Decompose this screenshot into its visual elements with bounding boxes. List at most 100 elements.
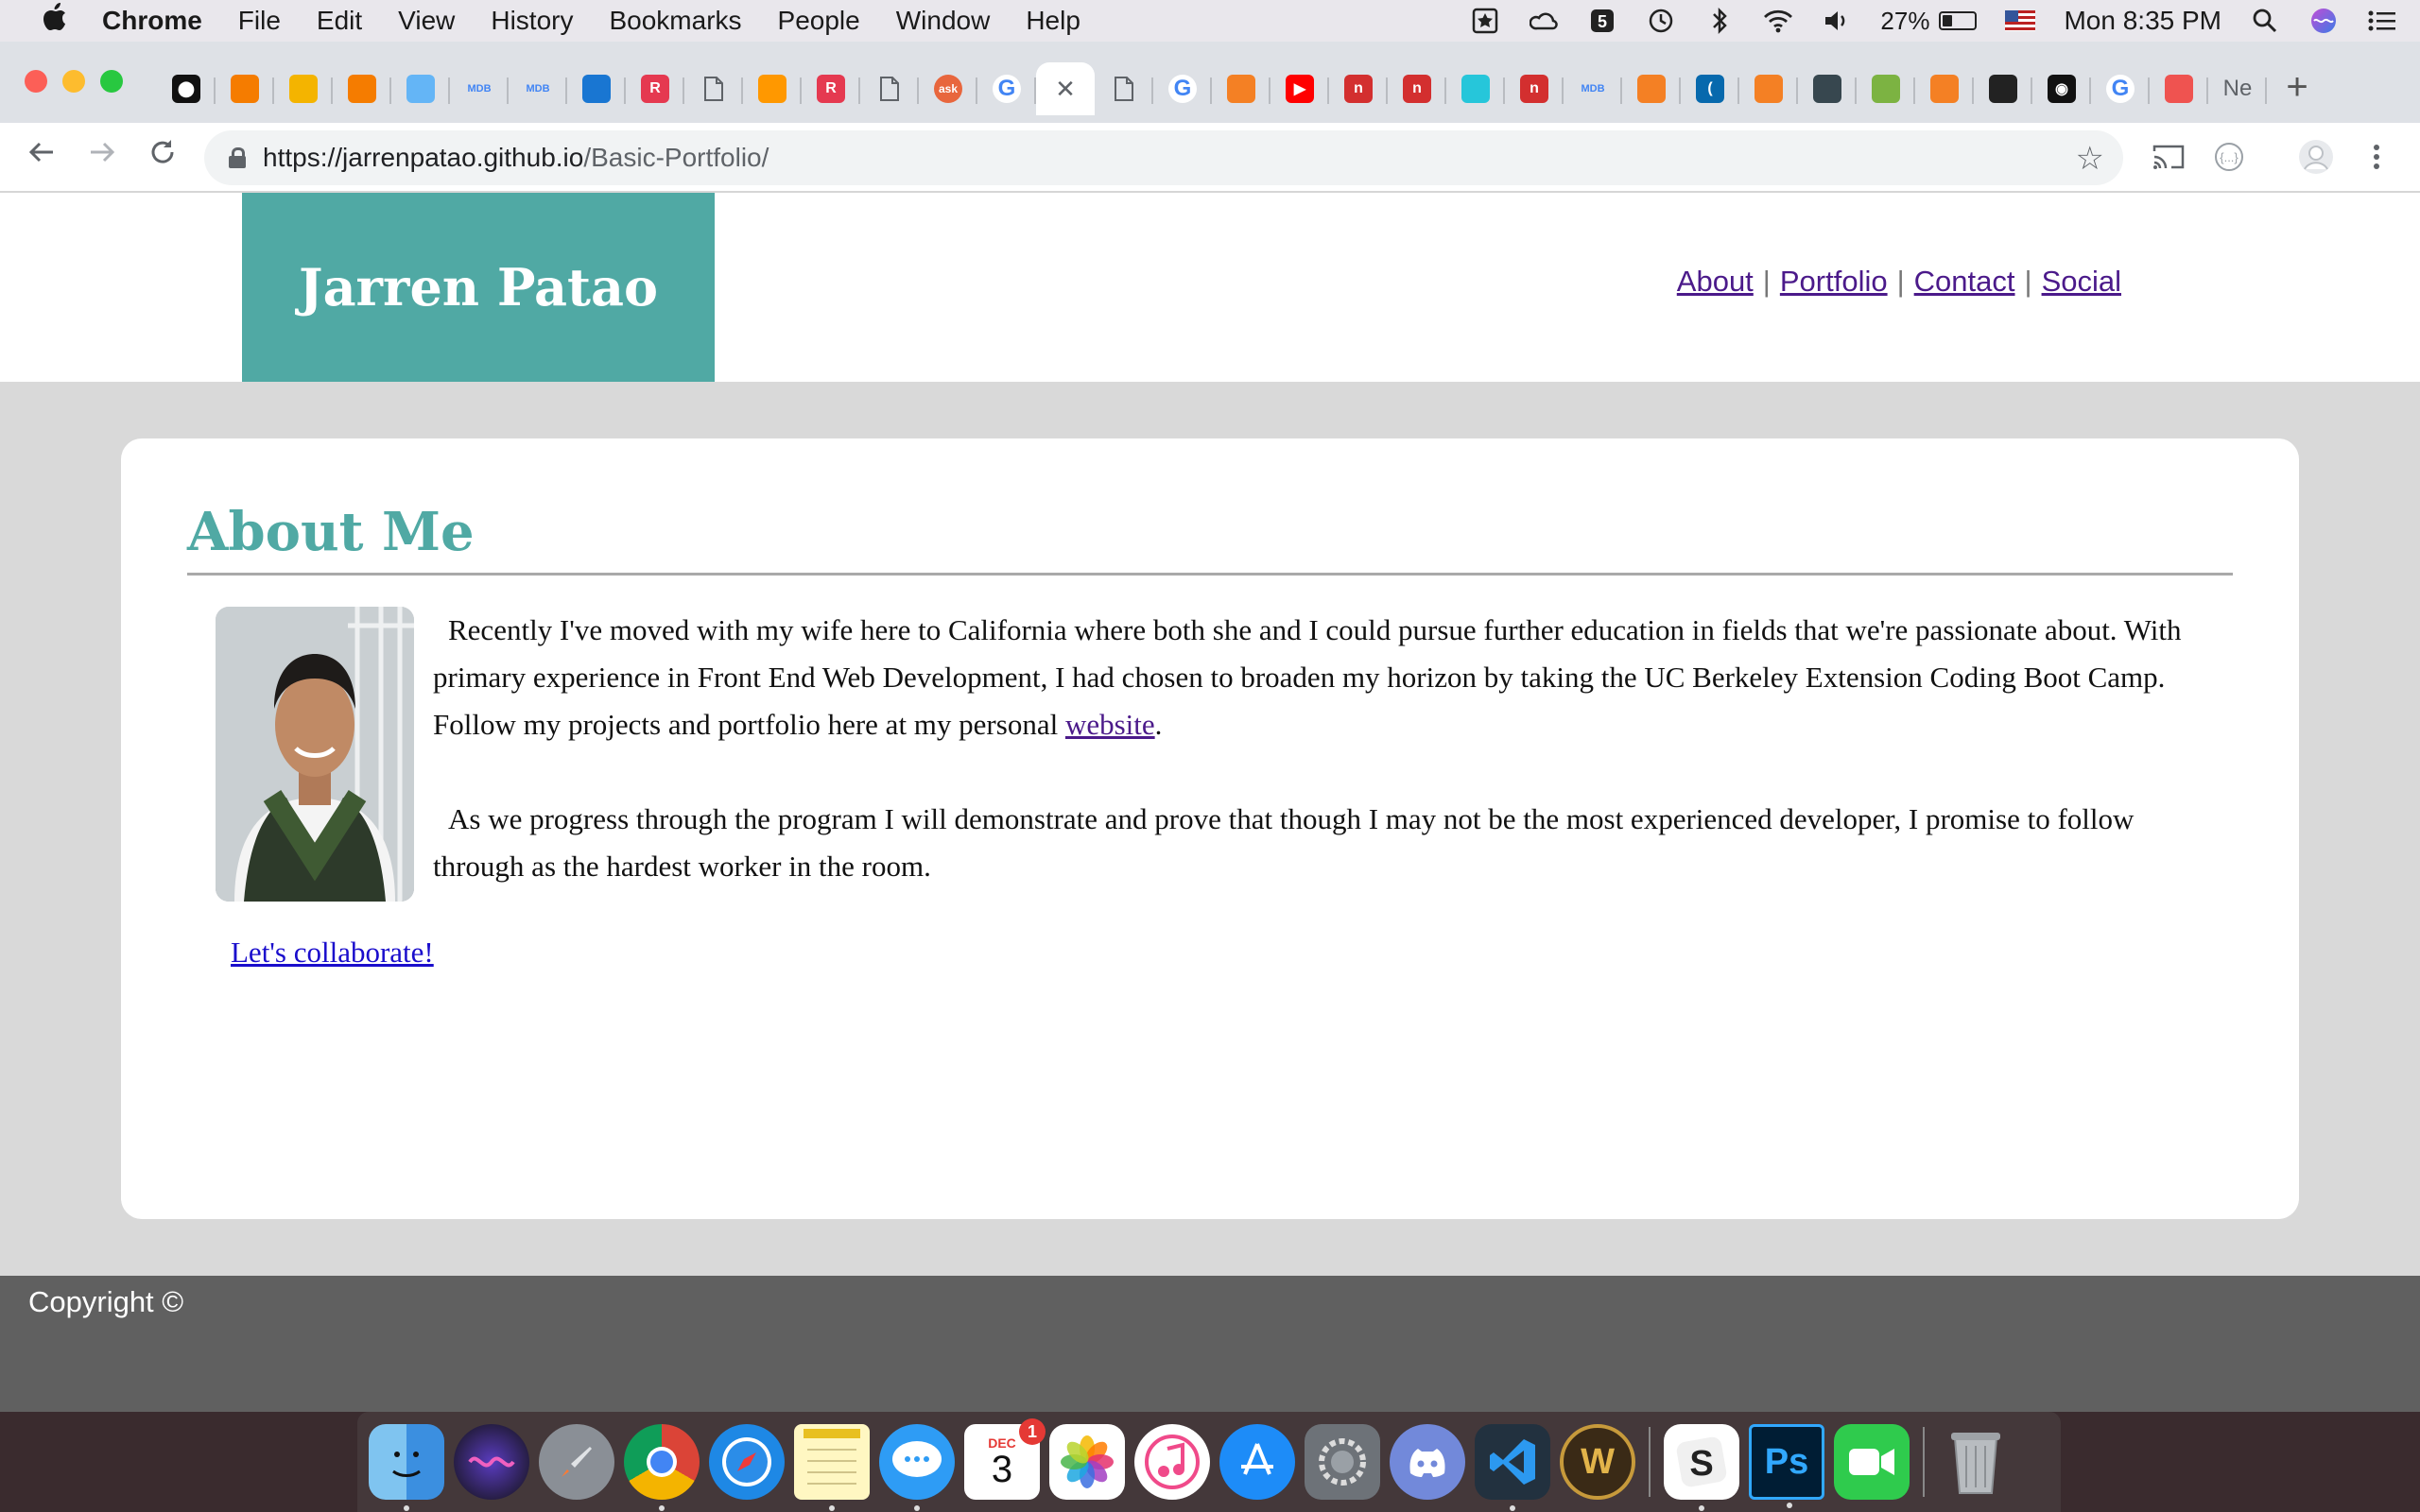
browser-tab[interactable] — [684, 62, 743, 115]
close-window-button[interactable] — [25, 70, 47, 93]
menu-view[interactable]: View — [398, 6, 455, 36]
vscode-icon[interactable] — [1475, 1424, 1550, 1511]
browser-tab[interactable]: MDB — [1564, 62, 1622, 115]
menu-bookmarks[interactable]: Bookmarks — [609, 6, 741, 36]
browser-tab[interactable] — [1974, 62, 2032, 115]
close-icon[interactable]: ✕ — [1051, 75, 1080, 103]
browser-tab[interactable]: ⬤ — [157, 62, 216, 115]
photoshop-icon[interactable]: Ps — [1749, 1424, 1824, 1508]
browser-tab[interactable]: G — [977, 62, 1036, 115]
apple-menu-icon[interactable] — [36, 3, 74, 39]
wifi-icon[interactable] — [1763, 6, 1793, 36]
browser-tab[interactable]: ▶ — [1270, 62, 1329, 115]
safari-icon[interactable] — [709, 1424, 785, 1500]
photos-icon[interactable] — [1049, 1424, 1125, 1500]
chrome-menu-icon[interactable] — [2354, 134, 2399, 180]
nav-link-portfolio[interactable]: Portfolio — [1780, 265, 1888, 299]
browser-tab[interactable]: R — [802, 62, 860, 115]
about-paragraph-1-text: Recently I've moved with my wife here to… — [433, 613, 2182, 741]
browser-tab[interactable]: n — [1329, 62, 1388, 115]
chrome-app-icon[interactable] — [624, 1424, 700, 1511]
browser-tab[interactable]: ask — [919, 62, 977, 115]
app-store-icon[interactable] — [1219, 1424, 1295, 1500]
creative-cloud-icon[interactable] — [1529, 6, 1559, 36]
messages-icon[interactable] — [879, 1424, 955, 1511]
time-machine-icon[interactable] — [1646, 6, 1676, 36]
website-link[interactable]: website — [1065, 708, 1155, 741]
browser-tab[interactable] — [567, 62, 626, 115]
browser-tab[interactable] — [860, 62, 919, 115]
address-bar[interactable]: https://jarrenpatao.github.io/Basic-Port… — [204, 130, 2123, 185]
volume-icon[interactable] — [1822, 6, 1852, 36]
back-button[interactable] — [19, 134, 64, 180]
browser-tab[interactable] — [391, 62, 450, 115]
minimize-window-button[interactable] — [62, 70, 85, 93]
calendar-icon[interactable]: DEC 3 1 — [964, 1418, 1046, 1500]
browser-tab[interactable]: n — [1388, 62, 1446, 115]
browser-tab[interactable]: MDB — [509, 62, 567, 115]
collaborate-link[interactable]: Let's collaborate! — [231, 936, 434, 970]
menu-help[interactable]: Help — [1026, 6, 1080, 36]
browser-tab[interactable] — [743, 62, 802, 115]
browser-tab[interactable]: G — [2091, 62, 2150, 115]
reload-button[interactable] — [140, 134, 185, 180]
extension-icon[interactable]: {...} — [2206, 134, 2252, 180]
trash-icon[interactable] — [1938, 1424, 2014, 1500]
launchpad-icon[interactable] — [539, 1424, 614, 1500]
zoom-window-button[interactable] — [100, 70, 123, 93]
browser-tab[interactable]: R — [626, 62, 684, 115]
facetime-icon[interactable] — [1834, 1424, 1910, 1500]
cast-icon[interactable] — [2146, 134, 2191, 180]
browser-tab[interactable]: G — [1153, 62, 1212, 115]
siri-icon[interactable] — [2308, 6, 2339, 36]
browser-tab[interactable] — [1622, 62, 1681, 115]
menu-window[interactable]: Window — [896, 6, 991, 36]
spotlight-search-icon[interactable] — [2250, 6, 2280, 36]
notification-center-icon[interactable] — [2367, 6, 2397, 36]
browser-tab[interactable]: ✕ — [1036, 62, 1095, 115]
world-of-warcraft-icon[interactable]: W — [1560, 1424, 1635, 1500]
browser-tab[interactable] — [1915, 62, 1974, 115]
menu-file[interactable]: File — [238, 6, 281, 36]
browser-tab[interactable] — [2150, 62, 2208, 115]
bookmark-star-icon[interactable]: ☆ — [2076, 140, 2104, 178]
browser-tab[interactable] — [1446, 62, 1505, 115]
nav-link-about[interactable]: About — [1677, 265, 1754, 299]
menu-chrome[interactable]: Chrome — [102, 6, 202, 36]
browser-tab[interactable] — [274, 62, 333, 115]
new-tab-button[interactable]: + — [2278, 68, 2316, 108]
nav-link-contact[interactable]: Contact — [1914, 265, 2015, 299]
siri-app-icon[interactable] — [454, 1424, 529, 1500]
browser-tab[interactable] — [1798, 62, 1857, 115]
menu-history[interactable]: History — [491, 6, 573, 36]
browser-tab[interactable] — [333, 62, 391, 115]
finder-icon[interactable] — [369, 1424, 444, 1511]
discord-icon[interactable] — [1390, 1424, 1465, 1500]
menu-people[interactable]: People — [778, 6, 860, 36]
slack-icon[interactable]: S — [1664, 1424, 1739, 1511]
browser-tab[interactable] — [216, 62, 274, 115]
browser-tab[interactable] — [1857, 62, 1915, 115]
bluetooth-icon[interactable] — [1704, 6, 1735, 36]
battery-indicator[interactable]: 27% — [1880, 7, 1978, 36]
browser-tab[interactable]: ( — [1681, 62, 1739, 115]
profile-avatar-icon[interactable] — [2293, 134, 2339, 180]
browser-tab[interactable] — [1212, 62, 1270, 115]
browser-tab[interactable] — [1095, 62, 1153, 115]
system-preferences-icon[interactable] — [1305, 1424, 1380, 1500]
us-flag-input-icon[interactable] — [2005, 10, 2036, 31]
browser-tab[interactable]: n — [1505, 62, 1564, 115]
lock-icon[interactable] — [229, 147, 246, 168]
nav-link-social[interactable]: Social — [2042, 265, 2121, 299]
notes-icon[interactable] — [794, 1424, 870, 1511]
bookmark-status-icon[interactable] — [1470, 6, 1500, 36]
s-app-icon[interactable]: 5 — [1587, 6, 1617, 36]
browser-tab[interactable]: Ne — [2208, 62, 2267, 115]
menu-edit[interactable]: Edit — [317, 6, 362, 36]
menubar-clock[interactable]: Mon 8:35 PM — [2064, 6, 2221, 36]
itunes-icon[interactable] — [1134, 1424, 1210, 1500]
browser-tab[interactable]: MDB — [450, 62, 509, 115]
forward-button[interactable] — [79, 134, 125, 180]
browser-tab[interactable]: ◉ — [2032, 62, 2091, 115]
browser-tab[interactable] — [1739, 62, 1798, 115]
